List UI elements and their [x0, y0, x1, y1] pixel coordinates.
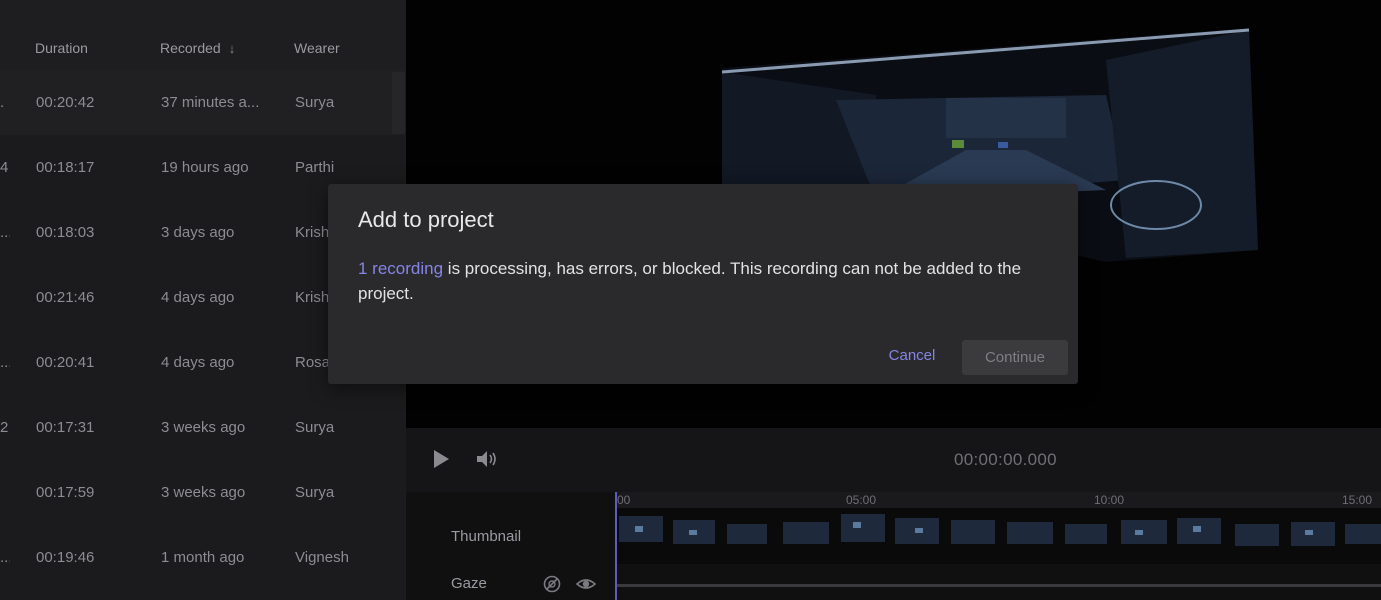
cell-recorded: 19 hours ago — [161, 159, 249, 176]
tick-label: 10:00 — [1094, 493, 1125, 507]
thumbnail-frames-image — [619, 514, 1381, 546]
playhead[interactable] — [615, 492, 617, 600]
cell-recorded: 3 days ago — [161, 224, 235, 241]
arrow-down-icon[interactable]: ↓ — [229, 41, 236, 56]
cell-duration: 00:20:42 — [36, 94, 95, 111]
cell-name: ... — [0, 354, 10, 371]
timecode-display: 00:00:00.000 — [954, 450, 1057, 469]
column-header-duration[interactable]: Duration — [35, 40, 88, 56]
continue-button[interactable]: Continue — [962, 340, 1068, 375]
cell-wearer: Surya — [295, 419, 335, 436]
cancel-button[interactable]: Cancel — [876, 340, 948, 370]
cell-duration: 00:18:17 — [36, 159, 95, 176]
cell-duration: 00:19:46 — [36, 549, 95, 566]
visibility-off-icon[interactable] — [542, 574, 562, 594]
cell-name: ... — [0, 549, 10, 566]
tick-label: 00 — [617, 493, 631, 507]
tick-label: 15:00 — [1342, 493, 1373, 507]
cell-recorded: 3 weeks ago — [161, 419, 246, 436]
cell-wearer: Surya — [295, 484, 335, 501]
cell-name: 4 — [0, 159, 9, 176]
dialog-message-text: is processing, has errors, or blocked. T… — [358, 259, 1022, 303]
cell-name: 2 — [0, 419, 9, 436]
table-row[interactable]: 00:17:59 3 weeks ago Surya — [0, 460, 405, 525]
volume-icon[interactable] — [475, 448, 499, 470]
cell-duration: 00:21:46 — [36, 289, 95, 306]
cell-duration: 00:18:03 — [36, 224, 95, 241]
play-icon[interactable] — [430, 448, 452, 470]
cell-wearer: Surya — [295, 94, 335, 111]
player-controls: 00:00:00.000 — [406, 428, 1381, 492]
timeline-ruler[interactable]: 00 05:00 10:00 15:00 — [615, 492, 1381, 508]
add-to-project-dialog: Add to project 1 recording is processing… — [328, 184, 1078, 384]
cell-name: . — [0, 94, 5, 111]
cell-recorded: 1 month ago — [161, 549, 245, 566]
cell-duration: 00:20:41 — [36, 354, 95, 371]
cell-wearer: Rosa — [295, 354, 331, 371]
cell-duration: 00:17:59 — [36, 484, 95, 501]
cell-wearer: Vignesh — [295, 549, 349, 566]
recording-link[interactable]: 1 recording — [358, 259, 443, 278]
eye-icon[interactable] — [576, 574, 596, 594]
cell-duration: 00:17:31 — [36, 419, 95, 436]
tick-label: 05:00 — [846, 493, 877, 507]
dialog-title: Add to project — [358, 207, 494, 232]
track-label-thumbnail: Thumbnail — [451, 528, 522, 545]
table-scrollbar[interactable] — [392, 72, 405, 134]
column-header-wearer[interactable]: Wearer — [294, 40, 340, 56]
cell-wearer: Krish — [295, 289, 330, 306]
table-row[interactable]: . 00:20:42 37 minutes a... Surya — [0, 70, 405, 135]
column-header-recorded[interactable]: Recorded ↓ — [160, 40, 235, 56]
cell-recorded: 4 days ago — [161, 289, 235, 306]
gaze-icon-group — [542, 574, 598, 594]
column-header-recorded-label: Recorded — [160, 40, 221, 56]
cell-wearer: Parthi — [295, 159, 335, 176]
cell-name: ... — [0, 224, 10, 241]
timeline[interactable]: 00 05:00 10:00 15:00 Thumbnail Gaze — [406, 492, 1381, 600]
cell-recorded: 37 minutes a... — [161, 94, 260, 111]
dialog-message: 1 recording is processing, has errors, o… — [358, 256, 1048, 306]
cell-recorded: 4 days ago — [161, 354, 235, 371]
cell-recorded: 3 weeks ago — [161, 484, 246, 501]
track-label-gaze: Gaze — [451, 575, 487, 592]
table-header: Duration Recorded ↓ Wearer — [0, 0, 405, 70]
gaze-track-line[interactable] — [615, 584, 1381, 587]
table-row[interactable]: ... 00:19:46 1 month ago Vignesh — [0, 525, 405, 590]
cell-wearer: Krish — [295, 224, 330, 241]
thumbnail-strip[interactable] — [615, 508, 1381, 564]
table-row[interactable]: 2 00:17:31 3 weeks ago Surya — [0, 395, 405, 460]
